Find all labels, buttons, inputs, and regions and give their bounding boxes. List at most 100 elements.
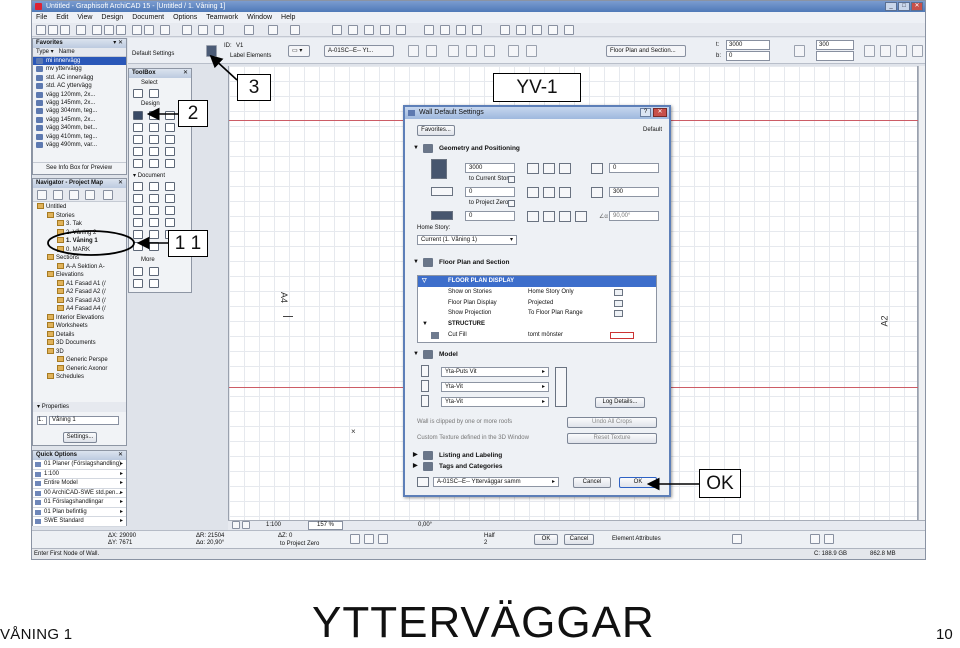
trim-icon[interactable] [440, 25, 450, 35]
navigator-item[interactable]: A1 Fasad A1 (/ [33, 279, 126, 289]
save-icon[interactable] [60, 25, 70, 35]
story-link-icon[interactable] [508, 176, 515, 183]
layer-select[interactable]: A-01SC--E-- Ytterväggar samm ▸ [433, 477, 559, 487]
close-button[interactable]: ✕ [911, 2, 923, 11]
menu-view[interactable]: View [77, 12, 92, 23]
layer-icon[interactable] [244, 25, 254, 35]
hotspot-tool-icon[interactable] [149, 242, 159, 251]
close-icon[interactable]: ✕ [183, 69, 188, 78]
navigator-item[interactable]: A4 Fasad A4 (/ [33, 305, 126, 314]
offset-input[interactable]: 0 [465, 211, 515, 221]
orientation-display[interactable]: 0,00° [418, 521, 432, 530]
fp-header-row[interactable]: ▽ FLOOR PLAN DISPLAY [418, 276, 656, 287]
section-tool-icon[interactable] [133, 218, 143, 227]
camera-tool-icon[interactable] [133, 267, 143, 276]
favorite-item[interactable]: vägg 340mm, bet... [33, 124, 126, 132]
polygonal-wall-icon[interactable] [559, 187, 571, 198]
vertical-scrollbar[interactable] [918, 66, 925, 520]
gravity-icon[interactable] [268, 25, 278, 35]
material-select-outside[interactable]: Yta-Puts Vit ▸ [441, 367, 549, 377]
elevation-tool-icon[interactable] [149, 218, 159, 227]
print-icon[interactable] [76, 25, 86, 35]
ref-line-left-icon[interactable] [508, 45, 519, 57]
navigator-item[interactable]: 2. Våning 2 [33, 228, 126, 238]
undo-crops-button[interactable]: Undo All Crops [567, 417, 657, 428]
window-tool-icon[interactable] [133, 123, 143, 132]
marquee-icon[interactable] [198, 25, 208, 35]
change-tool-icon[interactable] [149, 230, 159, 239]
stair-tool-icon[interactable] [133, 147, 143, 156]
navigator-item[interactable]: 0. MARK [33, 245, 126, 255]
tracker-icon[interactable] [824, 534, 834, 544]
nav-forward-icon[interactable] [242, 521, 250, 529]
ok-button[interactable]: OK [619, 477, 657, 488]
chain-link-icon[interactable] [555, 367, 567, 407]
section-floor-plan[interactable]: ▼ Floor Plan and Section [409, 257, 665, 268]
close-icon[interactable]: ▾ ✕ [113, 39, 123, 48]
organizer-icon[interactable] [103, 190, 113, 200]
wall-end-tool-icon[interactable] [133, 279, 143, 288]
help-button[interactable]: ? [640, 108, 651, 117]
menu-window[interactable]: Window [247, 12, 272, 23]
slanted-icon[interactable] [543, 211, 555, 222]
floor-plan-section-button[interactable]: Floor Plan and Section... [606, 45, 686, 57]
scale-display[interactable]: 1:100 [266, 521, 281, 530]
single-wall-icon[interactable] [448, 45, 459, 57]
zone-tool-icon[interactable] [165, 147, 175, 156]
adjust-icon[interactable] [472, 25, 482, 35]
arrow-tool-icon[interactable] [214, 25, 224, 35]
publisher-icon[interactable] [85, 190, 95, 200]
detail-tool-icon[interactable] [165, 218, 175, 227]
top-height-field[interactable]: 3000 [726, 40, 770, 50]
arrow-select-icon[interactable] [133, 89, 143, 98]
menu-teamwork[interactable]: Teamwork [206, 12, 238, 23]
coord-ok-button[interactable]: OK [534, 534, 558, 545]
copy-icon[interactable] [104, 25, 114, 35]
material-select-inside[interactable]: Yta-Vit ▸ [441, 382, 549, 392]
straight-wall-icon[interactable] [527, 187, 539, 198]
navigator-item[interactable]: Generic Axonor [33, 364, 126, 374]
section-tags[interactable]: ▶ Tags and Categories [409, 461, 665, 472]
cancel-button[interactable]: Cancel [573, 477, 611, 488]
drag-icon[interactable] [396, 25, 406, 35]
worksheet-tool-icon[interactable] [133, 230, 143, 239]
navigator-item[interactable]: Untitled [33, 203, 126, 212]
slab-tool-icon[interactable] [133, 135, 143, 144]
to-project-zero-label[interactable]: to Project Zero [280, 541, 319, 547]
quick-option-dimension[interactable]: SWE Standard [33, 517, 126, 527]
offset-field[interactable] [816, 51, 854, 61]
navigator-item[interactable]: A-A Sektion A- [33, 262, 126, 272]
grid-toggle-icon[interactable] [500, 25, 510, 35]
label-tool-icon[interactable] [133, 194, 143, 203]
dialog-close-button[interactable]: ✕ [653, 108, 667, 117]
menu-file[interactable]: File [36, 12, 47, 23]
polygon-wall-icon[interactable] [466, 45, 477, 57]
level-dim-tool-icon[interactable] [149, 182, 159, 191]
sort-name-label[interactable]: Name [59, 49, 75, 55]
navigator-item[interactable]: 3. Tak [33, 220, 126, 229]
story-number-field[interactable]: 1. [37, 416, 47, 425]
new-file-icon[interactable] [36, 25, 46, 35]
quick-option-scale[interactable]: 1:100 [33, 469, 126, 479]
thickness-field[interactable]: 300 [816, 40, 854, 50]
rotate-icon[interactable] [380, 25, 390, 35]
favorite-item[interactable]: vägg 120mm, 2x... [33, 91, 126, 99]
shell-tool-icon[interactable] [165, 135, 175, 144]
coord-cancel-button[interactable]: Cancel [564, 534, 594, 545]
section-geometry[interactable]: ▼ Geometry and Positioning [409, 143, 665, 154]
arc-tool-icon[interactable] [133, 206, 143, 215]
fill-tool-icon[interactable] [149, 194, 159, 203]
cut-icon[interactable] [92, 25, 102, 35]
open-file-icon[interactable] [48, 25, 58, 35]
section-model[interactable]: ▼ Model [409, 349, 665, 360]
favorite-item[interactable]: std. AC innervägg [33, 74, 126, 82]
paste-icon[interactable] [116, 25, 126, 35]
ref-center-icon[interactable] [543, 163, 555, 174]
angle-snap-icon[interactable] [378, 534, 388, 544]
element-attributes-label[interactable]: Element Attributes [612, 536, 661, 542]
align-icon[interactable] [332, 25, 342, 35]
find-select-icon[interactable] [160, 25, 170, 35]
navigator-item[interactable]: Schedules [33, 373, 126, 382]
preview-button[interactable]: See Info Box for Preview [33, 162, 126, 172]
guide-icon[interactable] [532, 25, 542, 35]
